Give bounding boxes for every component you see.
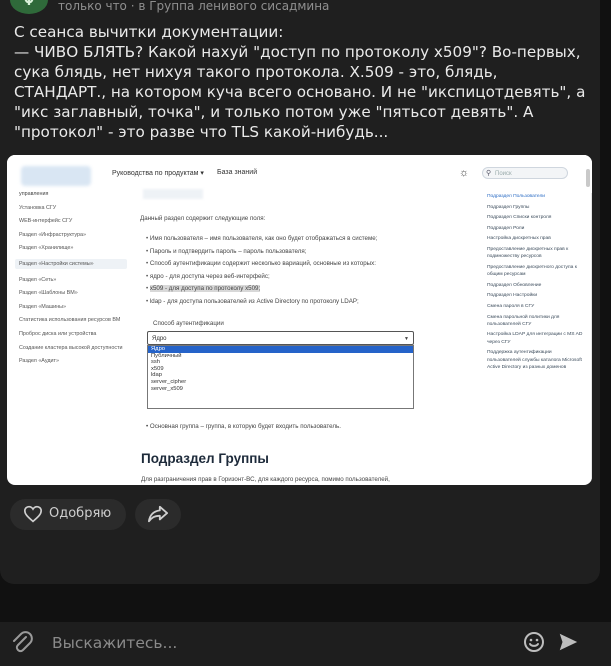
auth-option: ssh (151, 359, 161, 366)
toc-item: Подраздел Роли (487, 225, 525, 231)
toc-item: Предоставление дискретного доступа к общ… (487, 264, 577, 278)
doc-field-item: ldap - для доступа пользователей из Acti… (146, 296, 377, 309)
post-meta: только что · в Группа ленивого сисадмина (58, 0, 330, 13)
auth-option: ldap (151, 372, 162, 379)
post-text-line: — ЧИВО БЛЯТЬ? Какой нахуй "доступ по про… (14, 43, 586, 141)
search-icon: ⚲ (486, 170, 492, 177)
doc-toc: Подраздел Пользователи Подраздел Группы … (487, 193, 583, 375)
auth-option-selected: Ядро (148, 346, 413, 353)
share-icon (147, 504, 169, 528)
heart-icon (23, 505, 43, 527)
auth-method-options: Ядро Публичный ssh x509 ldap server_ciph… (147, 345, 414, 409)
doc-sidebar: управления Установка СГУ WEB-интерфейс С… (15, 187, 127, 372)
doc-scrollbar (586, 169, 590, 187)
doc-logo (21, 166, 91, 186)
post-image[interactable]: Руководства по продуктам ▾ База знаний ☼… (7, 155, 592, 485)
share-button[interactable] (135, 499, 181, 530)
doc-field-item: Пароль и подтвердить пароль – пароль пол… (146, 246, 377, 259)
auth-method-select: Ядро ▼ (147, 331, 414, 345)
doc-sidebar-item: Раздел «Хранилище» (19, 245, 74, 252)
toc-item: Подраздел Обновление (487, 282, 542, 288)
toc-scrollbar (591, 193, 592, 483)
paperclip-icon[interactable] (10, 630, 34, 660)
auth-option: Публичный (151, 352, 182, 359)
doc-sidebar-item: Создание кластера высокой доступности (19, 344, 123, 351)
toc-item: Настройка LDAP для интеграции с MS AD че… (487, 332, 583, 345)
doc-sidebar-item: Раздел «Инфраструктура» (19, 231, 86, 238)
doc-sidebar-item: Раздел «Машины» (19, 303, 67, 310)
comment-input[interactable]: Выскажитесь... (52, 634, 177, 652)
toc-item: Настройка дискретных прав (487, 236, 551, 242)
send-icon[interactable] (557, 631, 579, 657)
doc-nav-products: Руководства по продуктам ▾ (112, 170, 204, 177)
doc-sidebar-item: Проброс диска или устройства (19, 330, 97, 337)
doc-search-box: ⚲ Поиск (482, 167, 568, 179)
doc-blurred-figure (143, 189, 203, 199)
toc-item: Подраздел Списки контроля (487, 215, 552, 221)
toc-item: Предоставление дискретных прав к подмнож… (487, 246, 569, 260)
post-text: С сеанса вычитки документации: — ЧИВО БЛ… (14, 22, 589, 142)
doc-group-note: • Основная группа – группа, в которую бу… (146, 423, 341, 430)
doc-sidebar-item: Раздел «Сеть» (19, 276, 57, 283)
auth-option: x509 (151, 365, 164, 372)
chevron-down-icon: ▼ (404, 336, 409, 342)
doc-field-item: Имя пользователя – имя пользователя, как… (146, 233, 378, 246)
like-button[interactable]: Одобряю (10, 499, 126, 530)
doc-field-list: Имя пользователя – имя пользователя, как… (146, 233, 377, 309)
doc-field-item: Способ аутентификации содержит несколько… (146, 258, 377, 271)
auth-method-label: Способ аутентификации (153, 320, 224, 327)
toc-item: Смена пароля в СГУ (487, 303, 535, 309)
doc-sidebar-item-active: Раздел «Настройки системы» (15, 258, 127, 270)
theme-sun-icon: ☼ (459, 167, 470, 179)
doc-sidebar-item: управления (19, 191, 49, 197)
post-text-line: С сеанса вычитки документации: (14, 23, 284, 41)
doc-paragraph: Для разграничения прав в Горизонт-ВС, дл… (141, 476, 390, 483)
toc-item: Поддержка аутентификации пользователей с… (487, 350, 582, 370)
like-label: Одобряю (49, 506, 112, 521)
post-card: Ψ только что · в Группа ленивого сисадми… (0, 0, 600, 584)
emoji-icon[interactable] (522, 630, 546, 658)
doc-nav-kb: База знаний (217, 169, 258, 176)
doc-sidebar-item: Статистика использования ресурсов ВМ (19, 317, 121, 324)
doc-heading-groups: Подраздел Группы (141, 451, 269, 466)
doc-field-item-highlighted: x509 - для доступа по протоколу x509; (146, 283, 377, 296)
doc-sidebar-item: Установка СГУ (19, 204, 57, 211)
doc-sidebar-item: WEB-интерфейс СГУ (19, 218, 73, 225)
doc-intro: Данный раздел содержит следующие поля: (140, 215, 266, 222)
auth-option: server_x509 (151, 385, 183, 392)
comment-composer: Выскажитесь... (0, 622, 611, 666)
toc-item: Смена парольной политики для пользовател… (487, 314, 560, 327)
toc-item-current: Подраздел Пользователи (487, 194, 546, 199)
auth-option: server_cipher (151, 378, 187, 385)
toc-item: Подраздел Настройки (487, 293, 538, 299)
toc-item: Подраздел Группы (487, 204, 530, 210)
doc-sidebar-item: Раздел «Аудит» (19, 358, 59, 365)
group-avatar[interactable]: Ψ (10, 0, 48, 14)
doc-field-item: ядро - для доступа через веб-интерфейс; (146, 271, 377, 284)
doc-sidebar-item: Раздел «Шаблоны ВМ» (19, 290, 78, 297)
